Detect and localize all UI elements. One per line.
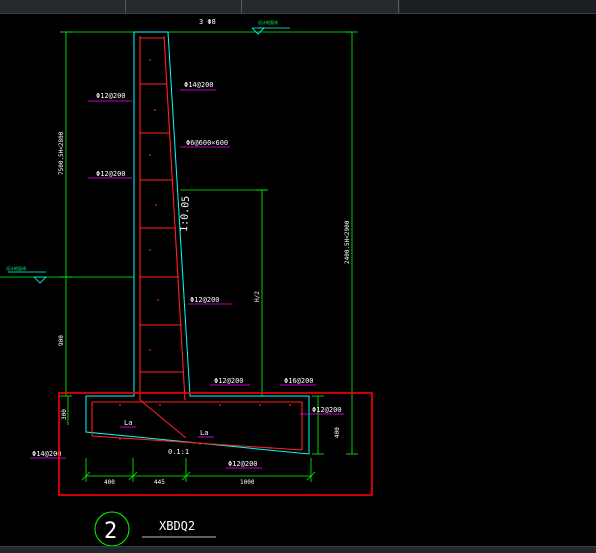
- rebar-dots: [119, 59, 291, 449]
- heel-top-1-label: Φ12@200: [214, 377, 244, 385]
- top-bar-label: 3 Φ8: [199, 18, 216, 26]
- annotation-labels: 3 Φ8 Φ14@200 Φ12@200 Φ6@600×600 Φ12@200 …: [32, 18, 342, 468]
- bottom-dim-1: 400: [104, 479, 115, 486]
- mid-ties-label: Φ6@600×600: [186, 139, 228, 147]
- ground-markers: [8, 27, 290, 284]
- la-label-1: La: [124, 419, 132, 427]
- left-vert-1-label: Φ12@200: [96, 92, 126, 100]
- grade-labels: 设计地面线 设计地面线: [6, 19, 278, 271]
- footing-right-h-dim: 400: [334, 427, 341, 438]
- footing-left-label: Φ14@200: [32, 450, 62, 458]
- right-total-dim: 2400.5H<2900: [344, 220, 351, 264]
- left-upper-dim: 7500.5H<2800: [58, 131, 65, 175]
- cad-drawing-window: 3 Φ8 Φ14@200 Φ12@200 Φ6@600×600 Φ12@200 …: [0, 0, 596, 553]
- dimension-lines: [0, 31, 358, 482]
- slope-label: 1:0.05: [179, 196, 192, 233]
- back-face-label: Φ12@200: [190, 296, 220, 304]
- grade-label-top: 设计地面线: [258, 19, 278, 25]
- h2-dim: H/2: [254, 291, 261, 302]
- footing-bottom-label: Φ12@200: [228, 460, 258, 468]
- heel-top-2-label: Φ16@200: [284, 377, 314, 385]
- grade-label-left: 设计地面线: [6, 265, 26, 271]
- bottom-dim-2: 445: [154, 479, 165, 486]
- la-label-2: La: [200, 429, 208, 437]
- section-name: XBDQ2: [159, 519, 195, 533]
- bottom-dim-3: 1000: [240, 479, 255, 486]
- left-lower-dim: 900: [58, 335, 65, 346]
- top-grade-label: Φ14@200: [184, 81, 214, 89]
- section-number: 2: [104, 519, 117, 544]
- footing-left-h-dim: 300: [61, 409, 68, 420]
- drawing-canvas[interactable]: 3 Φ8 Φ14@200 Φ12@200 Φ6@600×600 Φ12@200 …: [0, 0, 596, 552]
- left-vert-2-label: Φ12@200: [96, 170, 126, 178]
- heel-right-label: Φ12@200: [312, 406, 342, 414]
- slope-small-label: 0.1:1: [168, 448, 189, 456]
